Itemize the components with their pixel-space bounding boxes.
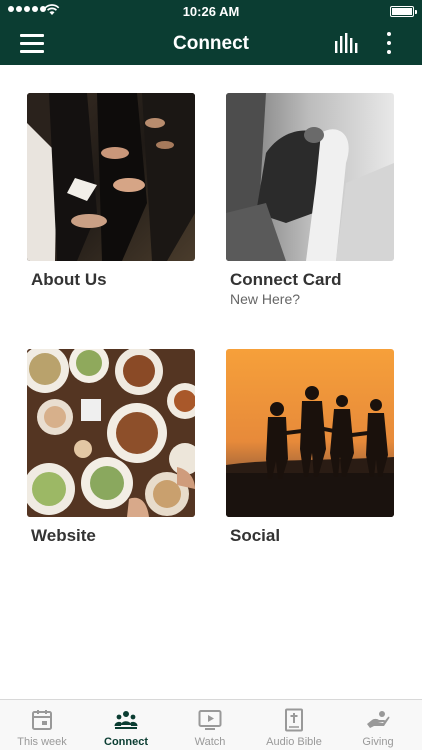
tab-watch[interactable]: Watch — [168, 700, 252, 751]
card-label: Social — [230, 526, 281, 545]
card-website[interactable]: Website — [27, 349, 197, 546]
card-label: About Us — [31, 270, 107, 289]
tab-bar: This week Connect Watch Audio Bible Givi… — [0, 699, 422, 750]
tab-label: Audio Bible — [266, 736, 322, 748]
people-icon — [114, 711, 138, 729]
more-options-icon[interactable] — [382, 31, 396, 55]
tab-this-week[interactable]: This week — [0, 700, 84, 751]
tab-audio-bible[interactable]: Audio Bible — [252, 700, 336, 751]
tab-label: This week — [17, 736, 67, 748]
status-bar: 10:26 AM — [0, 0, 422, 22]
website-image — [27, 349, 195, 517]
card-subtitle: New Here? — [230, 291, 301, 307]
card-label: Website — [31, 526, 96, 545]
tab-label: Giving — [362, 736, 394, 748]
card-label: Connect Card — [230, 270, 342, 289]
card-connect-card[interactable]: Connect Card New Here? — [226, 93, 396, 307]
tab-label: Watch — [194, 736, 226, 748]
audio-bars-icon[interactable] — [334, 33, 358, 53]
card-about-us[interactable]: About Us — [27, 93, 197, 290]
tab-connect[interactable]: Connect — [84, 700, 168, 751]
social-image — [226, 349, 394, 517]
card-social[interactable]: Social — [226, 349, 396, 546]
tab-giving[interactable]: Giving — [336, 700, 420, 751]
hand-icon — [367, 711, 390, 728]
connect-card-image — [226, 93, 394, 261]
status-time: 10:26 AM — [182, 4, 240, 19]
page-title: Connect — [173, 33, 249, 54]
play-icon — [198, 710, 222, 730]
nav-bar: Connect — [0, 22, 422, 65]
bible-icon — [285, 708, 303, 732]
battery-icon — [390, 6, 417, 17]
tab-label: Connect — [104, 736, 148, 748]
about-us-image — [27, 93, 195, 261]
calendar-icon — [32, 710, 52, 730]
